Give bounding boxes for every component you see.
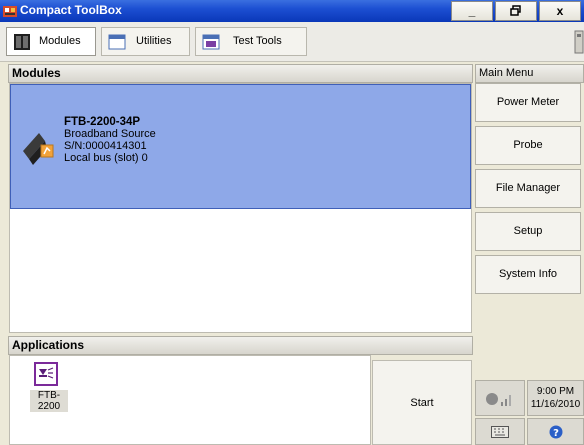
clock-time: 9:00 PM xyxy=(536,386,575,397)
help-icon: ? xyxy=(549,425,563,439)
app-item-ftb-2200[interactable]: FTB-2200 xyxy=(18,360,68,412)
applications-header: Applications xyxy=(8,336,473,355)
signal-status[interactable] xyxy=(475,380,525,416)
module-details: FTB-2200-34P Broadband Source S/N:000041… xyxy=(64,116,156,164)
menu-power-meter[interactable]: Power Meter xyxy=(475,83,581,122)
app-label: FTB-2200 xyxy=(30,390,68,412)
module-location: Local bus (slot) 0 xyxy=(64,152,148,164)
tab-test-tools[interactable]: Test Tools xyxy=(195,27,307,56)
tab-test-tools-label: Test Tools xyxy=(233,35,282,47)
utilities-icon xyxy=(108,34,126,50)
tab-utilities-label: Utilities xyxy=(136,35,172,47)
signal-strength-icon xyxy=(486,393,511,406)
main-menu-header: Main Menu xyxy=(475,64,584,83)
menu-probe[interactable]: Probe xyxy=(475,126,581,165)
modules-icon xyxy=(14,34,30,50)
broadband-source-module-icon xyxy=(23,133,54,165)
restore-icon xyxy=(510,5,521,16)
module-description: Broadband Source xyxy=(64,128,156,140)
ftb-2200-app-icon xyxy=(34,362,58,386)
title-bar: Compact ToolBox _ x xyxy=(0,0,584,22)
compact-toolbox-app-icon xyxy=(3,6,17,17)
module-serial: S/N:0000414301 xyxy=(64,140,147,152)
menu-setup[interactable]: Setup xyxy=(475,212,581,251)
tab-modules[interactable]: Modules xyxy=(6,27,96,56)
module-name: FTB-2200-34P xyxy=(64,116,141,128)
module-item[interactable]: FTB-2200-34P Broadband Source S/N:000041… xyxy=(10,84,471,209)
keyboard-icon xyxy=(491,426,509,438)
close-button[interactable]: x xyxy=(539,1,581,21)
modules-header: Modules xyxy=(8,64,473,83)
toolbar: Modules Utilities Test Tools xyxy=(0,22,584,62)
svg-text:?: ? xyxy=(553,428,559,439)
window-title: Compact ToolBox xyxy=(20,3,122,17)
minimize-button[interactable]: _ xyxy=(451,1,493,21)
tab-utilities[interactable]: Utilities xyxy=(101,27,190,56)
clock-date: 11/16/2010 xyxy=(530,399,581,410)
help-button[interactable]: ? xyxy=(527,418,584,445)
keyboard-button[interactable] xyxy=(475,418,525,445)
menu-system-info[interactable]: System Info xyxy=(475,255,581,294)
usb-icon xyxy=(574,30,584,54)
tab-modules-label: Modules xyxy=(39,35,81,47)
start-button[interactable]: Start xyxy=(372,360,472,445)
menu-file-manager[interactable]: File Manager xyxy=(475,169,581,208)
modules-list: FTB-2200-34P Broadband Source S/N:000041… xyxy=(9,83,472,333)
maximize-button[interactable] xyxy=(495,1,537,21)
applications-list: FTB-2200 xyxy=(9,355,371,445)
clock: 9:00 PM 11/16/2010 xyxy=(527,380,584,416)
test-tools-icon xyxy=(202,34,220,50)
